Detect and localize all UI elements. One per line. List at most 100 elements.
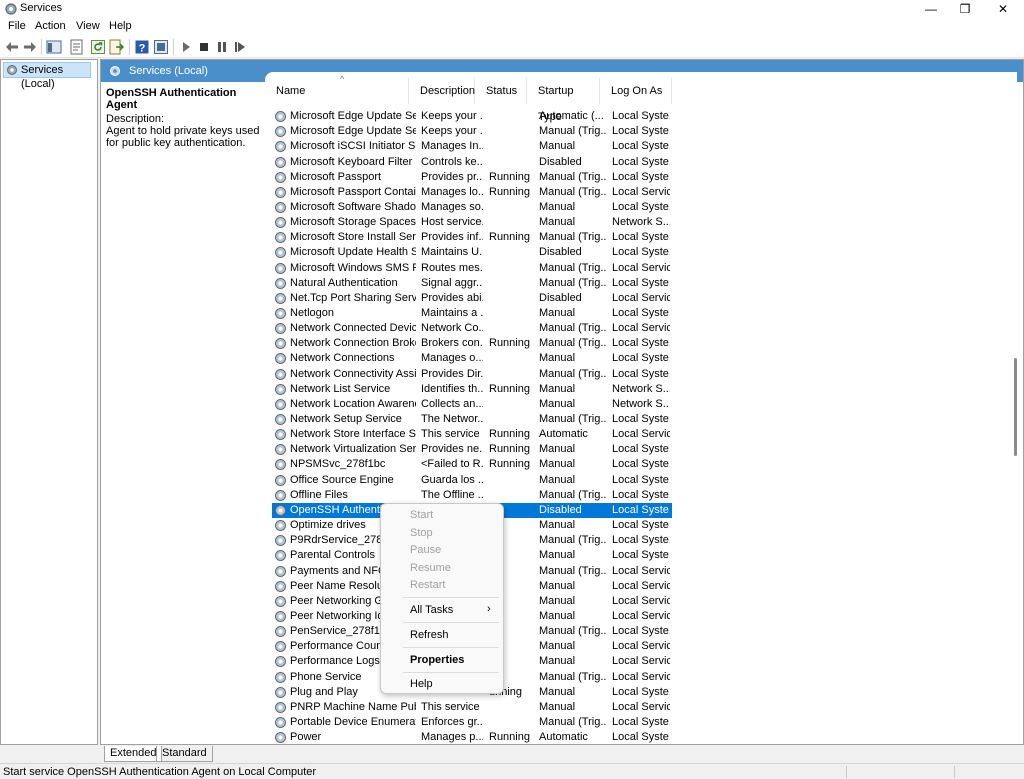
pause-service-icon[interactable]	[214, 39, 230, 55]
table-row[interactable]: Microsoft Store Install Service Provides …	[272, 230, 672, 245]
table-row[interactable]: Network List Service Identifies th... Runn…	[272, 382, 672, 397]
close-button[interactable]: ✕	[986, 0, 1020, 18]
cell-startup-type: Manual	[539, 655, 576, 668]
table-row[interactable]: Network Connected Device... Network Co...…	[272, 321, 672, 336]
table-row[interactable]: Network Location Awareness Collects an...…	[272, 397, 672, 412]
cell-log-on-as: Local Service	[612, 594, 670, 607]
table-row[interactable]: Power Manages p... Running Automatic Local S…	[272, 730, 672, 744]
cell-description: Provides abi...	[421, 291, 483, 304]
service-gear-icon	[274, 322, 287, 335]
cell-name: Network Virtualization Servi...	[290, 443, 416, 456]
services-gear-icon	[6, 64, 18, 76]
table-row[interactable]: Network Connections Manages o... Manual Loc…	[272, 351, 672, 366]
minimize-button[interactable]: —	[914, 0, 948, 18]
cell-log-on-as: Network S...	[612, 397, 670, 410]
tree-node-services-local[interactable]: Services (Local)	[3, 62, 91, 90]
service-gear-icon	[274, 610, 287, 623]
cell-startup-type: Manual (Trig...	[539, 185, 607, 198]
description-label: Description:	[106, 113, 165, 125]
restart-service-icon[interactable]	[232, 39, 248, 55]
table-row[interactable]: Network Connection Broker Brokers con... R…	[272, 336, 672, 351]
table-row[interactable]: Natural Authentication Signal aggr... Manu…	[272, 276, 672, 291]
table-row[interactable]: Microsoft Update Health Se... Maintains U…	[272, 245, 672, 260]
menu-item-pause[interactable]: Pause	[410, 544, 441, 556]
stop-service-icon[interactable]	[196, 39, 212, 55]
start-service-icon[interactable]	[178, 39, 194, 55]
cell-description: This service ...	[421, 700, 483, 713]
refresh-icon[interactable]	[90, 39, 106, 55]
menu-item-properties[interactable]: Properties	[410, 654, 464, 666]
menu-item-restart[interactable]: Restart	[410, 579, 445, 591]
service-gear-icon	[274, 595, 287, 608]
menu-item-help[interactable]: Help	[410, 678, 433, 690]
cell-name: Office Source Engine	[290, 473, 394, 486]
properties-sheet-icon[interactable]	[69, 39, 85, 55]
table-row[interactable]: Net.Tcp Port Sharing Service Provides abi…	[272, 291, 672, 306]
selected-service-name: OpenSSH Authentication Agent	[106, 87, 237, 111]
table-row[interactable]: Microsoft Windows SMS Ro... Routes mes...…	[272, 261, 672, 276]
cell-startup-type: Manual	[539, 610, 576, 622]
table-row[interactable]: Network Virtualization Servi... Provides …	[272, 442, 672, 457]
menu-item-resume[interactable]: Resume	[410, 562, 451, 574]
help-icon[interactable]: ?	[134, 39, 150, 55]
cell-description: Routes mes...	[421, 261, 483, 274]
table-row[interactable]: Microsoft Software Shadow... Manages so..…	[272, 200, 672, 215]
show-hide-tree-icon[interactable]	[46, 39, 62, 55]
table-row[interactable]: PNRP Machine Name Publi... This service .…	[272, 700, 672, 715]
service-gear-icon	[274, 292, 287, 305]
menu-action[interactable]: Action	[35, 20, 66, 32]
menu-item-all-tasks[interactable]: All Tasks	[410, 604, 453, 616]
menu-view[interactable]: View	[76, 20, 100, 32]
mmc-view-icon[interactable]	[153, 39, 169, 55]
cell-log-on-as: Network S...	[612, 216, 670, 229]
service-gear-icon	[274, 140, 287, 153]
maximize-button[interactable]: ❐	[948, 0, 982, 18]
column-header-log-on-as[interactable]: Log On As	[600, 78, 672, 104]
table-row[interactable]: Network Setup Service The Networ... Manual…	[272, 412, 672, 427]
cell-status: Running	[489, 231, 530, 244]
tab-extended[interactable]: Extended	[104, 746, 163, 762]
table-row[interactable]: Network Store Interface Ser... This servi…	[272, 427, 672, 442]
sort-ascending-icon: ^	[340, 74, 345, 84]
table-row[interactable]: Microsoft Keyboard Filter Controls ke... D…	[272, 155, 672, 170]
column-header-status[interactable]: Status	[475, 78, 527, 104]
cell-startup-type: Manual	[539, 579, 576, 592]
menu-file[interactable]: File	[8, 20, 26, 32]
service-gear-icon	[274, 580, 287, 593]
table-row[interactable]: Microsoft Passport Provides pr... Running M…	[272, 170, 672, 185]
table-row[interactable]: Microsoft Passport Container Manages lo..…	[272, 185, 672, 200]
menu-item-refresh[interactable]: Refresh	[410, 629, 449, 641]
table-row[interactable]: Office Source Engine Guarda los ... Manual…	[272, 473, 672, 488]
cell-description: Enforces gr...	[421, 716, 483, 728]
table-row[interactable]: Portable Device Enumerator... Enforces gr…	[272, 715, 672, 730]
cell-description: Collects an...	[421, 397, 483, 410]
cell-log-on-as: Local Syste...	[612, 488, 670, 501]
table-row[interactable]: NPSMSvc_278f1bc <Failed to R... Running Man…	[272, 457, 672, 472]
cell-name: Microsoft Update Health Se...	[290, 246, 416, 259]
back-arrow-icon[interactable]	[4, 39, 20, 55]
service-gear-icon	[274, 671, 287, 684]
table-row[interactable]: Netlogon Maintains a ... Manual Local Syste…	[272, 306, 672, 321]
table-row[interactable]: Microsoft Edge Update Serv... Keeps your …	[272, 109, 672, 124]
scrollbar-thumb[interactable]	[1014, 358, 1017, 456]
cell-startup-type: Manual (Trig...	[539, 716, 607, 728]
service-gear-icon	[274, 519, 287, 532]
table-row[interactable]: Offline Files The Offline ... Manual (Trig…	[272, 488, 672, 503]
export-list-icon[interactable]	[108, 39, 124, 55]
vertical-scrollbar[interactable]	[1011, 80, 1021, 744]
cell-description: Provides inf...	[421, 231, 483, 244]
tab-standard[interactable]: Standard	[156, 746, 213, 762]
table-row[interactable]: Network Connectivity Assis... Provides Di…	[272, 367, 672, 382]
menu-help[interactable]: Help	[109, 20, 132, 32]
table-row[interactable]: Microsoft iSCSI Initiator Ser... Manages …	[272, 139, 672, 154]
table-row[interactable]: Microsoft Storage Spaces S... Host servic…	[272, 215, 672, 230]
menu-item-start[interactable]: Start	[410, 509, 433, 521]
cell-log-on-as: Local Service	[612, 261, 670, 274]
menu-item-stop[interactable]: Stop	[410, 527, 433, 539]
column-header-startup-type[interactable]: Startup Type	[527, 78, 600, 123]
forward-arrow-icon[interactable]	[22, 39, 38, 55]
column-header-name[interactable]: ^ Name	[265, 74, 409, 104]
column-header-description[interactable]: Description	[409, 78, 475, 104]
table-row[interactable]: Microsoft Edge Update Serv... Keeps your …	[272, 124, 672, 139]
cell-startup-type: Manual	[539, 397, 576, 410]
